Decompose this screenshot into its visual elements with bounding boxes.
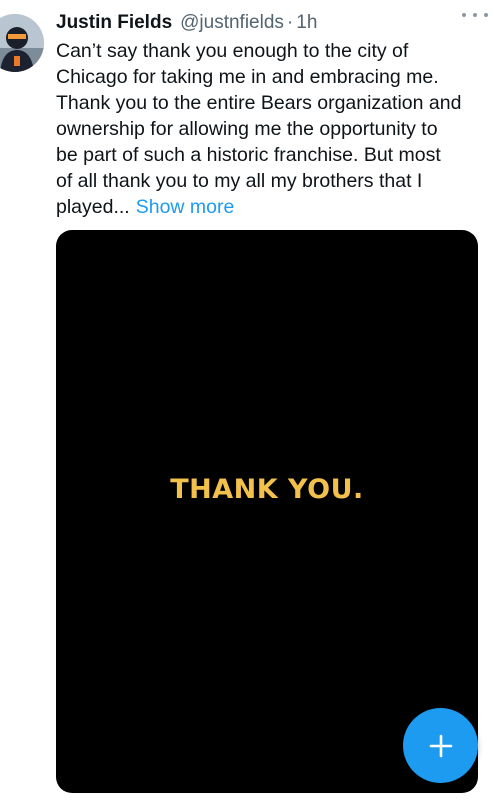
tweet-text-line: Can’t say thank you enough to the city o… xyxy=(56,40,409,62)
more-dot xyxy=(462,13,466,17)
author-name[interactable]: Justin Fields xyxy=(56,12,172,34)
timestamp[interactable]: 1h xyxy=(296,12,317,34)
tweet-text-last-line: played... Show more xyxy=(56,194,486,220)
separator: · xyxy=(286,12,294,33)
media-caption: THANK YOU. xyxy=(170,474,364,505)
tweet-header: Justin Fields @justnfields · 1h xyxy=(56,10,484,36)
more-dot xyxy=(473,13,477,17)
show-more-link[interactable]: Show more xyxy=(136,196,235,218)
plus-icon xyxy=(429,734,452,757)
more-dot xyxy=(484,13,488,17)
tweet-media[interactable]: THANK YOU. xyxy=(56,230,478,793)
tweet-text-line: ownership for allowing me the opportunit… xyxy=(56,118,438,140)
avatar-image xyxy=(0,14,44,72)
tweet-text-line: Thank you to the entire Bears organizati… xyxy=(56,92,462,114)
tweet-text-line: Chicago for taking me in and embracing m… xyxy=(56,66,439,88)
avatar[interactable] xyxy=(0,14,44,72)
tweet-text-line: of all thank you to my all my brothers t… xyxy=(56,170,423,192)
tweet-text-line: be part of such a historic franchise. Bu… xyxy=(56,144,441,166)
tweet[interactable]: Justin Fields @justnfields · 1h Can’t sa… xyxy=(0,0,494,800)
author-handle[interactable]: @justnfields xyxy=(180,12,284,34)
tweet-text-line: played... xyxy=(56,196,130,218)
compose-button[interactable] xyxy=(403,708,478,783)
more-options-icon[interactable] xyxy=(462,8,488,22)
tweet-text: Can’t say thank you enough to the city o… xyxy=(56,38,486,220)
